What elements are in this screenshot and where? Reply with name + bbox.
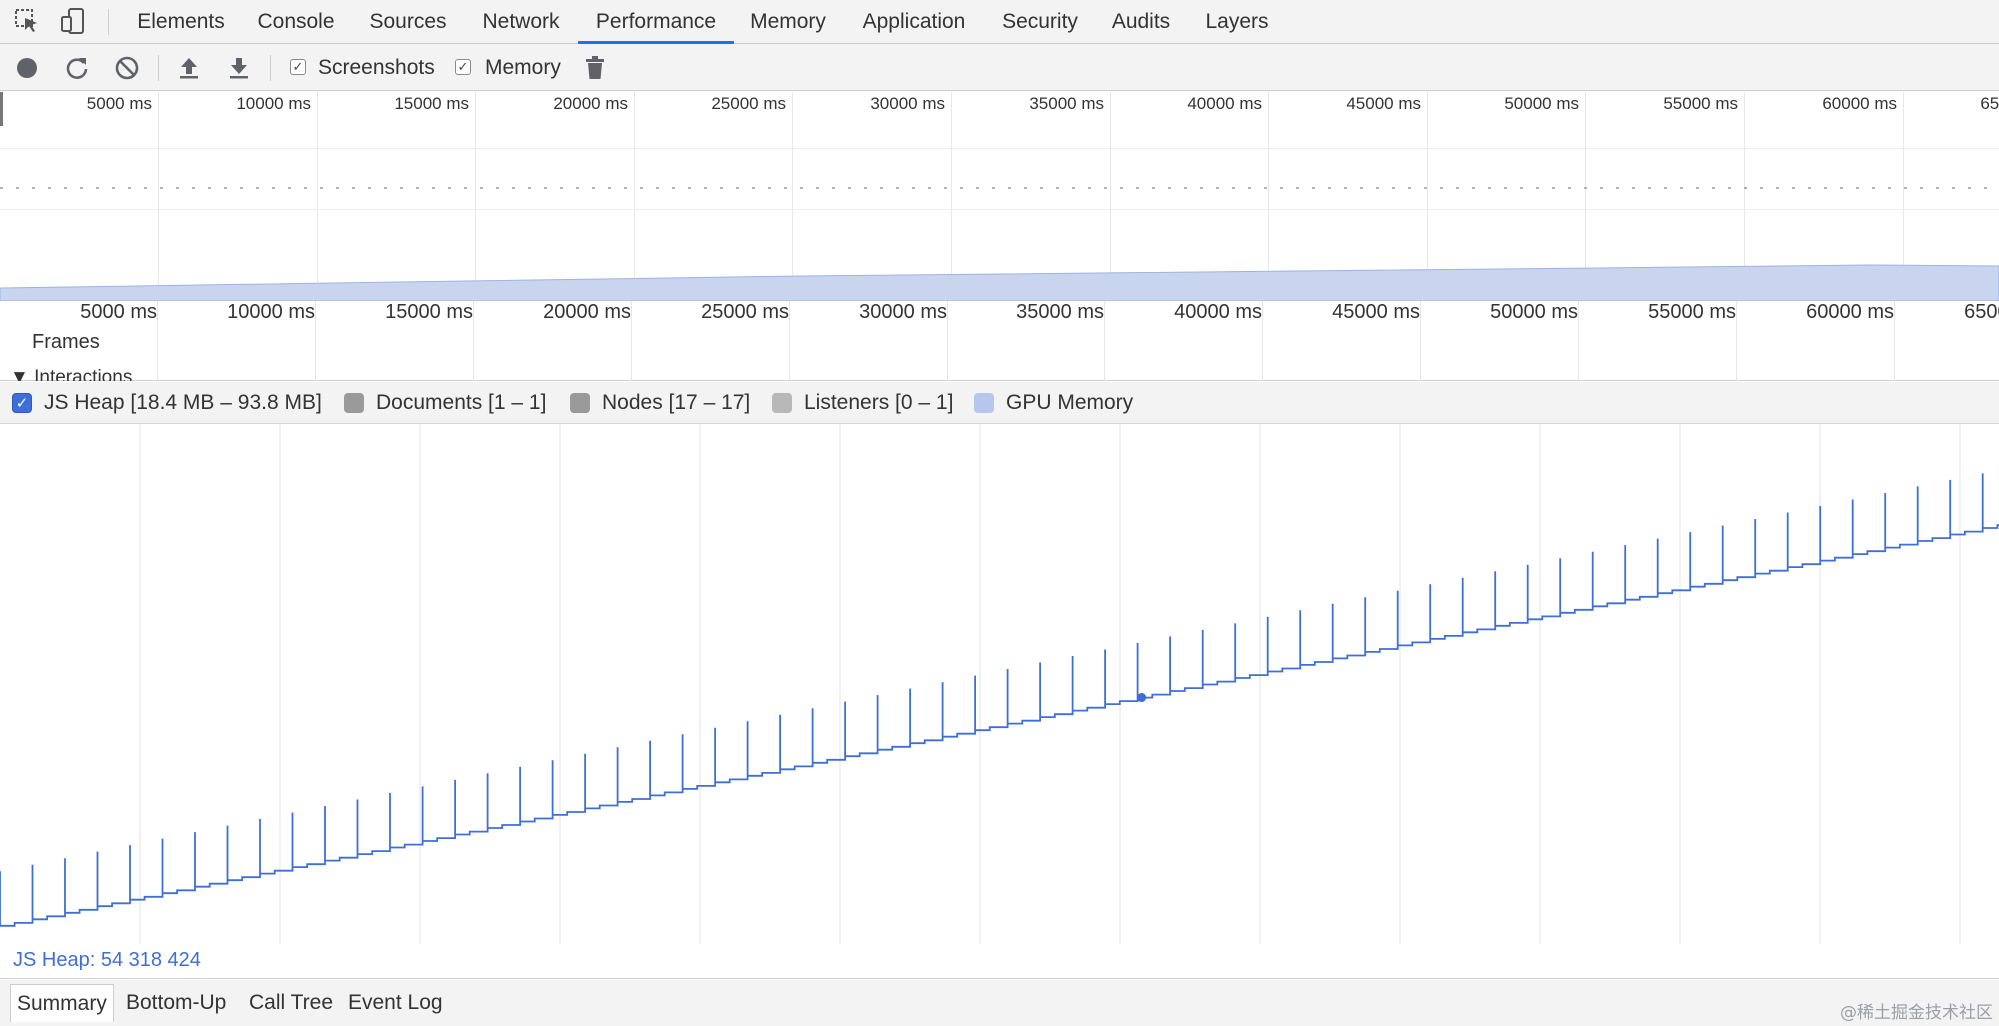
tab-bar-divider — [108, 9, 109, 35]
details-tab-bar: Summary Bottom-Up Call Tree Event Log @稀… — [0, 980, 1999, 1026]
ruler-tick-label: 60000 ms — [1806, 301, 1894, 323]
tab-summary[interactable]: Summary — [10, 984, 114, 1022]
nodes-label: Nodes [17 – 17] — [602, 391, 751, 414]
frames-track-label[interactable]: Frames — [32, 331, 100, 354]
overview-left-handle[interactable] — [0, 92, 3, 126]
js-heap-hover-marker — [1137, 693, 1147, 703]
tab-console[interactable]: Console — [248, 0, 344, 44]
tab-network[interactable]: Network — [470, 0, 572, 44]
garbage-collect-icon[interactable] — [580, 53, 610, 83]
ruler-tick-label: 25000 ms — [701, 301, 789, 323]
js-heap-label: JS Heap [18.4 MB – 93.8 MB] — [44, 391, 322, 414]
tab-application[interactable]: Application — [852, 0, 976, 44]
counter-gpu-memory[interactable]: GPU Memory — [974, 391, 1134, 414]
tab-elements[interactable]: Elements — [122, 0, 240, 44]
ruler-gridline — [947, 301, 948, 381]
ruler-tick-label: 50000 ms — [1490, 301, 1578, 323]
tab-call-tree[interactable]: Call Tree — [243, 984, 339, 1022]
tab-layers[interactable]: Layers — [1198, 0, 1276, 44]
watermark-text: @稀土掘金技术社区 — [1840, 1003, 1993, 1023]
overview-memory-area — [0, 187, 1999, 301]
listeners-label: Listeners [0 – 1] — [804, 391, 954, 414]
tab-security[interactable]: Security — [992, 0, 1088, 44]
ruler-tick-label: 10000 ms — [227, 301, 315, 323]
counter-documents[interactable]: Documents [1 – 1] — [344, 391, 547, 414]
collapse-triangle-icon: ▼ — [10, 367, 29, 381]
memory-counters-bar: ✓ JS Heap [18.4 MB – 93.8 MB] Documents … — [0, 382, 1999, 424]
js-heap-series-line — [0, 473, 1999, 927]
memory-checkbox[interactable]: ✓ — [455, 59, 471, 75]
heap-info-bar: JS Heap: 54 318 424 — [0, 944, 1999, 979]
ruler-gridline — [157, 301, 158, 381]
ruler-tick-label: 40000 ms — [1174, 301, 1262, 323]
tab-memory[interactable]: Memory — [740, 0, 836, 44]
gpu-memory-label: GPU Memory — [1006, 391, 1134, 414]
screenshots-checkbox[interactable]: ✓ — [290, 59, 306, 75]
tab-event-log[interactable]: Event Log — [342, 984, 449, 1022]
js-heap-checkbox[interactable]: ✓ — [12, 393, 32, 413]
counter-js-heap[interactable]: ✓ JS Heap [18.4 MB – 93.8 MB] — [12, 391, 322, 414]
tab-sources[interactable]: Sources — [356, 0, 460, 44]
device-toolbar-icon[interactable] — [58, 6, 88, 36]
inspect-element-icon[interactable] — [12, 6, 42, 36]
ruler-tick-label: 20000 ms — [543, 301, 631, 323]
memory-label: Memory — [485, 56, 561, 79]
ruler-gridline — [1262, 301, 1263, 381]
ruler-tick-label: 30000 ms — [859, 301, 947, 323]
tab-bottom-up[interactable]: Bottom-Up — [120, 984, 232, 1022]
counter-listeners[interactable]: Listeners [0 – 1] — [772, 391, 954, 414]
js-heap-value-readout: JS Heap: 54 318 424 — [13, 949, 201, 971]
devtools-tab-bar: Elements Console Sources Network Perform… — [0, 0, 1999, 44]
ruler-gridline — [1894, 301, 1895, 381]
load-profile-icon[interactable] — [174, 53, 204, 83]
overview-heap-area — [0, 264, 1999, 301]
ruler-tick-label: 15000 ms — [385, 301, 473, 323]
ruler-gridline — [789, 301, 790, 381]
documents-label: Documents [1 – 1] — [376, 391, 547, 414]
tab-audits[interactable]: Audits — [1102, 0, 1180, 44]
performance-toolbar: ✓ Screenshots ✓ Memory — [0, 44, 1999, 91]
ruler-tick-label: 45000 ms — [1332, 301, 1420, 323]
ruler-tick-label: 65000 ms — [1964, 301, 1999, 323]
counter-nodes[interactable]: Nodes [17 – 17] — [570, 391, 751, 414]
js-heap-chart[interactable] — [0, 424, 1999, 944]
ruler-gridline — [1578, 301, 1579, 381]
ruler-gridline — [1736, 301, 1737, 381]
ruler-gridline — [1420, 301, 1421, 381]
interactions-track-label: Interactions — [34, 367, 133, 381]
ruler-tick-label: 5000 ms — [80, 301, 157, 323]
documents-checkbox[interactable] — [344, 393, 364, 413]
timeline-ruler: 5000 ms 10000 ms 15000 ms 20000 ms 25000 ms 3… — [0, 301, 1999, 381]
screenshots-label: Screenshots — [318, 56, 435, 79]
nodes-checkbox[interactable] — [570, 393, 590, 413]
timeline-overview[interactable]: 5000 ms 10000 ms 15000 ms 20000 ms 25000 ms 3… — [0, 92, 1999, 301]
ruler-tick-label: 35000 ms — [1016, 301, 1104, 323]
ruler-tick-label: 55000 ms — [1648, 301, 1736, 323]
ruler-gridline — [1104, 301, 1105, 381]
toolbar-divider — [270, 55, 271, 81]
gpu-memory-checkbox[interactable] — [974, 393, 994, 413]
ruler-gridline — [315, 301, 316, 381]
listeners-checkbox[interactable] — [772, 393, 792, 413]
toolbar-divider — [158, 55, 159, 81]
ruler-gridline — [631, 301, 632, 381]
js-heap-line-plot — [0, 424, 1999, 944]
clear-icon[interactable] — [112, 53, 142, 83]
interactions-track-header[interactable]: ▼ Interactions — [10, 367, 132, 381]
reload-record-icon[interactable] — [62, 53, 92, 83]
save-profile-icon[interactable] — [224, 53, 254, 83]
ruler-gridline — [473, 301, 474, 381]
record-icon[interactable] — [12, 53, 42, 83]
tab-performance[interactable]: Performance — [578, 0, 734, 44]
